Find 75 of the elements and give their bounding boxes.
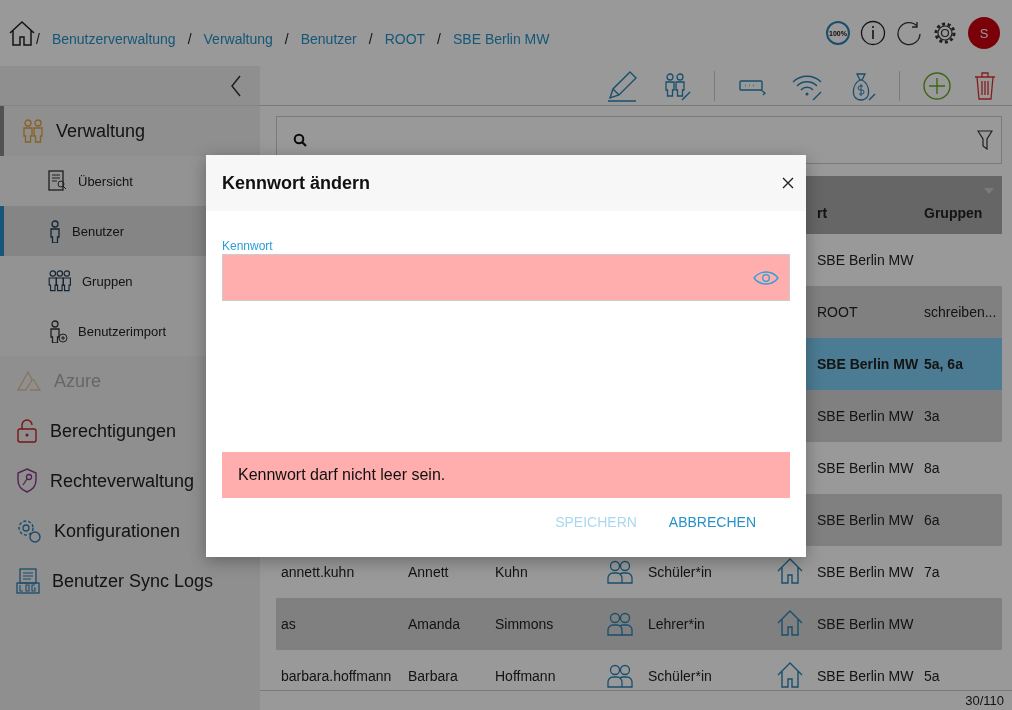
- table-cell-text: barbara.hoffmann: [281, 668, 393, 684]
- pagination-count: 30/110: [965, 693, 1004, 708]
- table-cell-text: as: [281, 616, 297, 632]
- refresh-icon: [896, 20, 922, 46]
- table-cell-text: schreiben...: [924, 304, 998, 320]
- breadcrumb-link[interactable]: ROOT: [384, 31, 426, 47]
- table-cell-text: SBE Berlin MW: [817, 564, 915, 580]
- dialog-button[interactable]: ABBRECHEN: [652, 510, 772, 534]
- column-header[interactable]: Gruppen: [924, 189, 1002, 221]
- info-icon: [860, 20, 886, 46]
- breadcrumb-link[interactable]: SBE Berlin MW: [453, 31, 550, 47]
- table-cell-text: SBE Berlin MW: [817, 356, 920, 372]
- table-cell-text: SBE Berlin MW: [817, 460, 915, 476]
- person-icon: [48, 219, 62, 243]
- close-button[interactable]: [780, 175, 796, 191]
- breadcrumb-separator: /: [36, 31, 40, 47]
- breadcrumb-separator: /: [368, 31, 373, 47]
- user-avatar[interactable]: S: [968, 17, 1000, 49]
- sidebar-item[interactable]: Verwaltung: [4, 106, 260, 156]
- users-icon: [20, 118, 44, 144]
- table-cell-text: annett.kuhn: [281, 564, 356, 580]
- pencil-icon: [606, 69, 638, 102]
- table-cell-text: Schüler*in: [648, 668, 713, 684]
- table-row[interactable]: as Amanda Simmons Lehrer*in SBE Berlin MW: [276, 598, 1002, 650]
- table-cell-text: Kuhn: [495, 564, 529, 580]
- table-cell-text: SBE Berlin MW: [817, 616, 915, 632]
- breadcrumb-separator: /: [187, 31, 192, 47]
- person-add-icon: [48, 319, 68, 343]
- table-cell-text: Hoffmann: [495, 668, 557, 684]
- shield-key-icon: [16, 468, 38, 494]
- breadcrumb-link[interactable]: Benutzerverwaltung: [51, 31, 176, 47]
- sidebar-item[interactable]: Konfigurationen: [0, 506, 260, 556]
- search-icon: [293, 133, 307, 147]
- table-cell-text: SBE Berlin MW: [817, 408, 915, 424]
- table-cell-text: 6a: [924, 512, 941, 528]
- house-icon: [776, 556, 804, 585]
- collapse-icon: [230, 74, 242, 97]
- trash-icon: [974, 70, 996, 101]
- table-cell-text: ROOT: [817, 304, 859, 320]
- table-cell-text: 5a: [924, 668, 941, 684]
- document-search-icon: [48, 170, 68, 192]
- table-cell-text: Lehrer*in: [648, 616, 706, 632]
- table-cell-text: Simmons: [495, 616, 555, 632]
- gears-icon: [16, 518, 42, 544]
- add-icon: [922, 70, 952, 101]
- home-icon: [8, 19, 36, 47]
- breadcrumb-separator: /: [437, 31, 441, 47]
- unlocked-padlock-icon: [16, 418, 38, 444]
- table-cell-text: SBE Berlin MW: [817, 668, 915, 684]
- settings-icon: [932, 20, 958, 46]
- house-icon: [776, 608, 804, 637]
- error-message: Kennwort darf nicht leer sein.: [222, 452, 790, 498]
- breadcrumb-separator: /: [284, 31, 289, 47]
- column-header[interactable]: rt: [817, 189, 924, 221]
- table-cell-text: 7a: [924, 564, 941, 580]
- breadcrumb-link[interactable]: Verwaltung: [203, 31, 273, 47]
- table-cell-text: Amanda: [408, 616, 462, 632]
- azure-icon: [16, 370, 42, 392]
- password-field[interactable]: [222, 254, 790, 301]
- close-icon: [782, 177, 794, 189]
- sidebar-item[interactable]: Benutzer Sync Logs: [0, 556, 260, 606]
- breadcrumb-link[interactable]: Benutzer: [300, 31, 357, 47]
- table-cell-text: SBE Berlin MW: [817, 512, 915, 528]
- table-cell-text: Annett: [408, 564, 450, 580]
- filter-icon: [977, 130, 993, 150]
- table-cell-text: 5a, 6a: [924, 356, 964, 372]
- eye-icon: [753, 269, 779, 286]
- log-file-icon: [16, 568, 40, 594]
- table-cell-text: Schüler*in: [648, 564, 713, 580]
- group-icon: [48, 269, 72, 293]
- table-cell-text: 3a: [924, 408, 941, 424]
- table-cell-text: 8a: [924, 460, 941, 476]
- table-cell-text: Barbara: [408, 668, 459, 684]
- table-cell-text: SBE Berlin MW: [817, 252, 915, 268]
- house-icon: [776, 660, 804, 689]
